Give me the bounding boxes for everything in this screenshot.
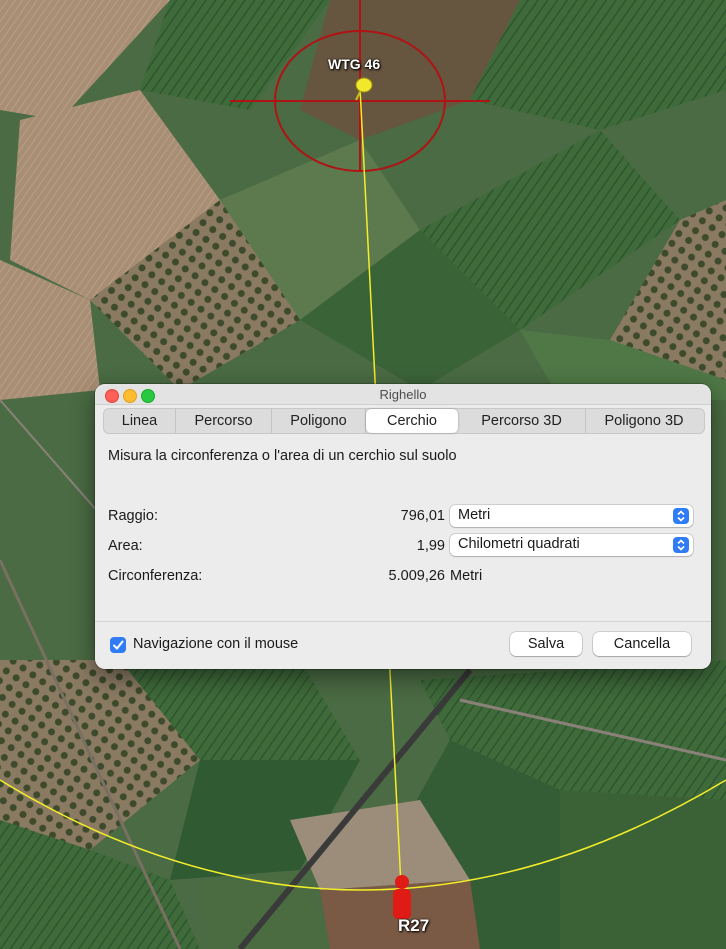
wtg-marker-label: WTG 46	[328, 56, 381, 72]
receptor-marker-label: R27	[398, 916, 430, 935]
tab-poligono-3d[interactable]: Poligono 3D	[586, 409, 702, 433]
tab-percorso[interactable]: Percorso	[176, 409, 272, 433]
radius-unit-value: Metri	[458, 507, 491, 523]
tab-poligono[interactable]: Poligono	[272, 409, 366, 433]
circumference-value: 5.009,26	[388, 568, 445, 584]
tab-linea[interactable]: Linea	[104, 409, 176, 433]
area-label: Area:	[108, 538, 143, 554]
mouse-navigation-checkbox[interactable]	[110, 637, 126, 653]
radius-value: 796,01	[400, 508, 445, 524]
save-button[interactable]: Salva	[510, 632, 582, 656]
area-value: 1,99	[416, 538, 445, 554]
mode-description: Misura la circonferenza o l'area di un c…	[108, 448, 457, 464]
area-unit-select[interactable]: Chilometri quadrati	[450, 534, 693, 556]
ruler-dialog: Righello Linea Percorso Poligono Cerchio…	[95, 384, 711, 669]
circumference-label: Circonferenza:	[108, 568, 203, 584]
updown-arrows-icon	[673, 537, 689, 553]
window-title: Righello	[379, 387, 427, 402]
footer-divider	[95, 621, 711, 622]
mouse-navigation-label[interactable]: Navigazione con il mouse	[133, 636, 298, 652]
circumference-unit: Metri	[450, 568, 483, 584]
tab-percorso-3d[interactable]: Percorso 3D	[458, 409, 586, 433]
cancel-button[interactable]: Cancella	[593, 632, 691, 656]
tab-bar: Linea Percorso Poligono Cerchio Percorso…	[103, 408, 705, 434]
tab-cerchio[interactable]: Cerchio	[366, 409, 458, 433]
person-marker-icon[interactable]	[393, 875, 411, 919]
area-unit-value: Chilometri quadrati	[458, 536, 580, 552]
updown-arrows-icon	[673, 508, 689, 524]
checkmark-icon	[113, 640, 124, 650]
radius-label: Raggio:	[108, 508, 158, 524]
radius-unit-select[interactable]: Metri	[450, 505, 693, 527]
title-bar[interactable]: Righello	[95, 384, 711, 405]
